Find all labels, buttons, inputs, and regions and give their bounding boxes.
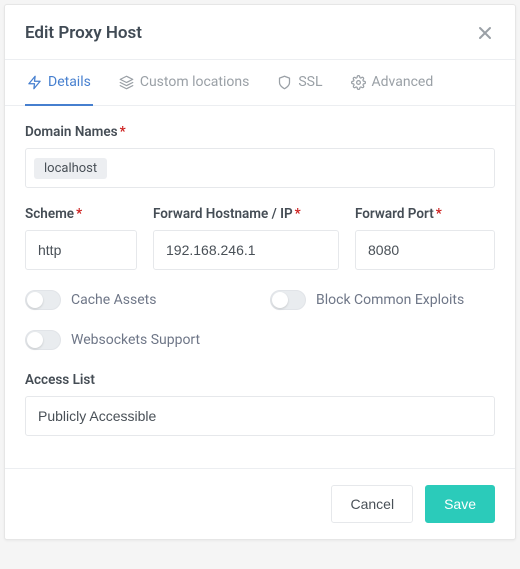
required-asterisk: * [120, 124, 126, 140]
toggles-row-1: Cache Assets Block Common Exploits [25, 290, 495, 310]
block-exploits-item: Block Common Exploits [270, 290, 495, 310]
modal-title: Edit Proxy Host [25, 23, 142, 43]
tab-custom-locations[interactable]: Custom locations [117, 60, 252, 106]
scheme-select[interactable]: http [25, 230, 137, 270]
tab-advanced[interactable]: Advanced [349, 60, 436, 106]
block-exploits-label: Block Common Exploits [316, 292, 464, 308]
close-icon [477, 25, 493, 41]
port-label-text: Forward Port [355, 206, 434, 222]
access-list-label: Access List [25, 372, 495, 388]
zap-icon [27, 75, 42, 90]
hostname-label-text: Forward Hostname / IP [153, 206, 293, 222]
cache-assets-toggle[interactable] [25, 290, 61, 310]
cache-assets-label: Cache Assets [71, 292, 156, 308]
tab-bar: Details Custom locations SSL Advanced [5, 60, 515, 106]
save-button[interactable]: Save [425, 485, 495, 523]
gear-icon [351, 75, 366, 90]
websockets-label: Websockets Support [71, 332, 200, 348]
scheme-label: Scheme* [25, 206, 137, 222]
hostname-input[interactable] [153, 230, 339, 270]
tab-details-label: Details [48, 74, 91, 90]
access-list-select[interactable]: Publicly Accessible [25, 396, 495, 436]
tab-ssl[interactable]: SSL [275, 60, 324, 106]
edit-proxy-host-modal: Edit Proxy Host Details Custom locations… [4, 4, 516, 540]
required-asterisk: * [295, 206, 301, 222]
modal-header: Edit Proxy Host [5, 5, 515, 60]
layers-icon [119, 75, 134, 90]
shield-icon [277, 75, 292, 90]
cache-assets-item: Cache Assets [25, 290, 250, 310]
modal-footer: Cancel Save [5, 468, 515, 539]
tab-custom-label: Custom locations [140, 74, 250, 90]
domain-names-input[interactable]: localhost [25, 148, 495, 188]
close-button[interactable] [475, 23, 495, 43]
tab-advanced-label: Advanced [372, 74, 434, 90]
websockets-item: Websockets Support [25, 330, 495, 350]
toggles-row-2: Websockets Support [25, 330, 495, 350]
scheme-label-text: Scheme [25, 206, 74, 222]
access-list-block: Access List Publicly Accessible [25, 372, 495, 436]
cancel-button[interactable]: Cancel [331, 485, 413, 523]
modal-body: Domain Names* localhost Scheme* http For… [5, 106, 515, 446]
websockets-toggle[interactable] [25, 330, 61, 350]
domain-names-label: Domain Names* [25, 124, 495, 140]
tab-details[interactable]: Details [25, 60, 93, 106]
required-asterisk: * [436, 206, 442, 222]
domain-names-label-text: Domain Names [25, 124, 118, 140]
port-label: Forward Port* [355, 206, 495, 222]
forward-row: Scheme* http Forward Hostname / IP* Forw… [25, 206, 495, 270]
port-input[interactable] [355, 230, 495, 270]
tab-ssl-label: SSL [298, 74, 322, 90]
required-asterisk: * [76, 206, 82, 222]
hostname-label: Forward Hostname / IP* [153, 206, 339, 222]
block-exploits-toggle[interactable] [270, 290, 306, 310]
domain-tag[interactable]: localhost [34, 158, 107, 179]
